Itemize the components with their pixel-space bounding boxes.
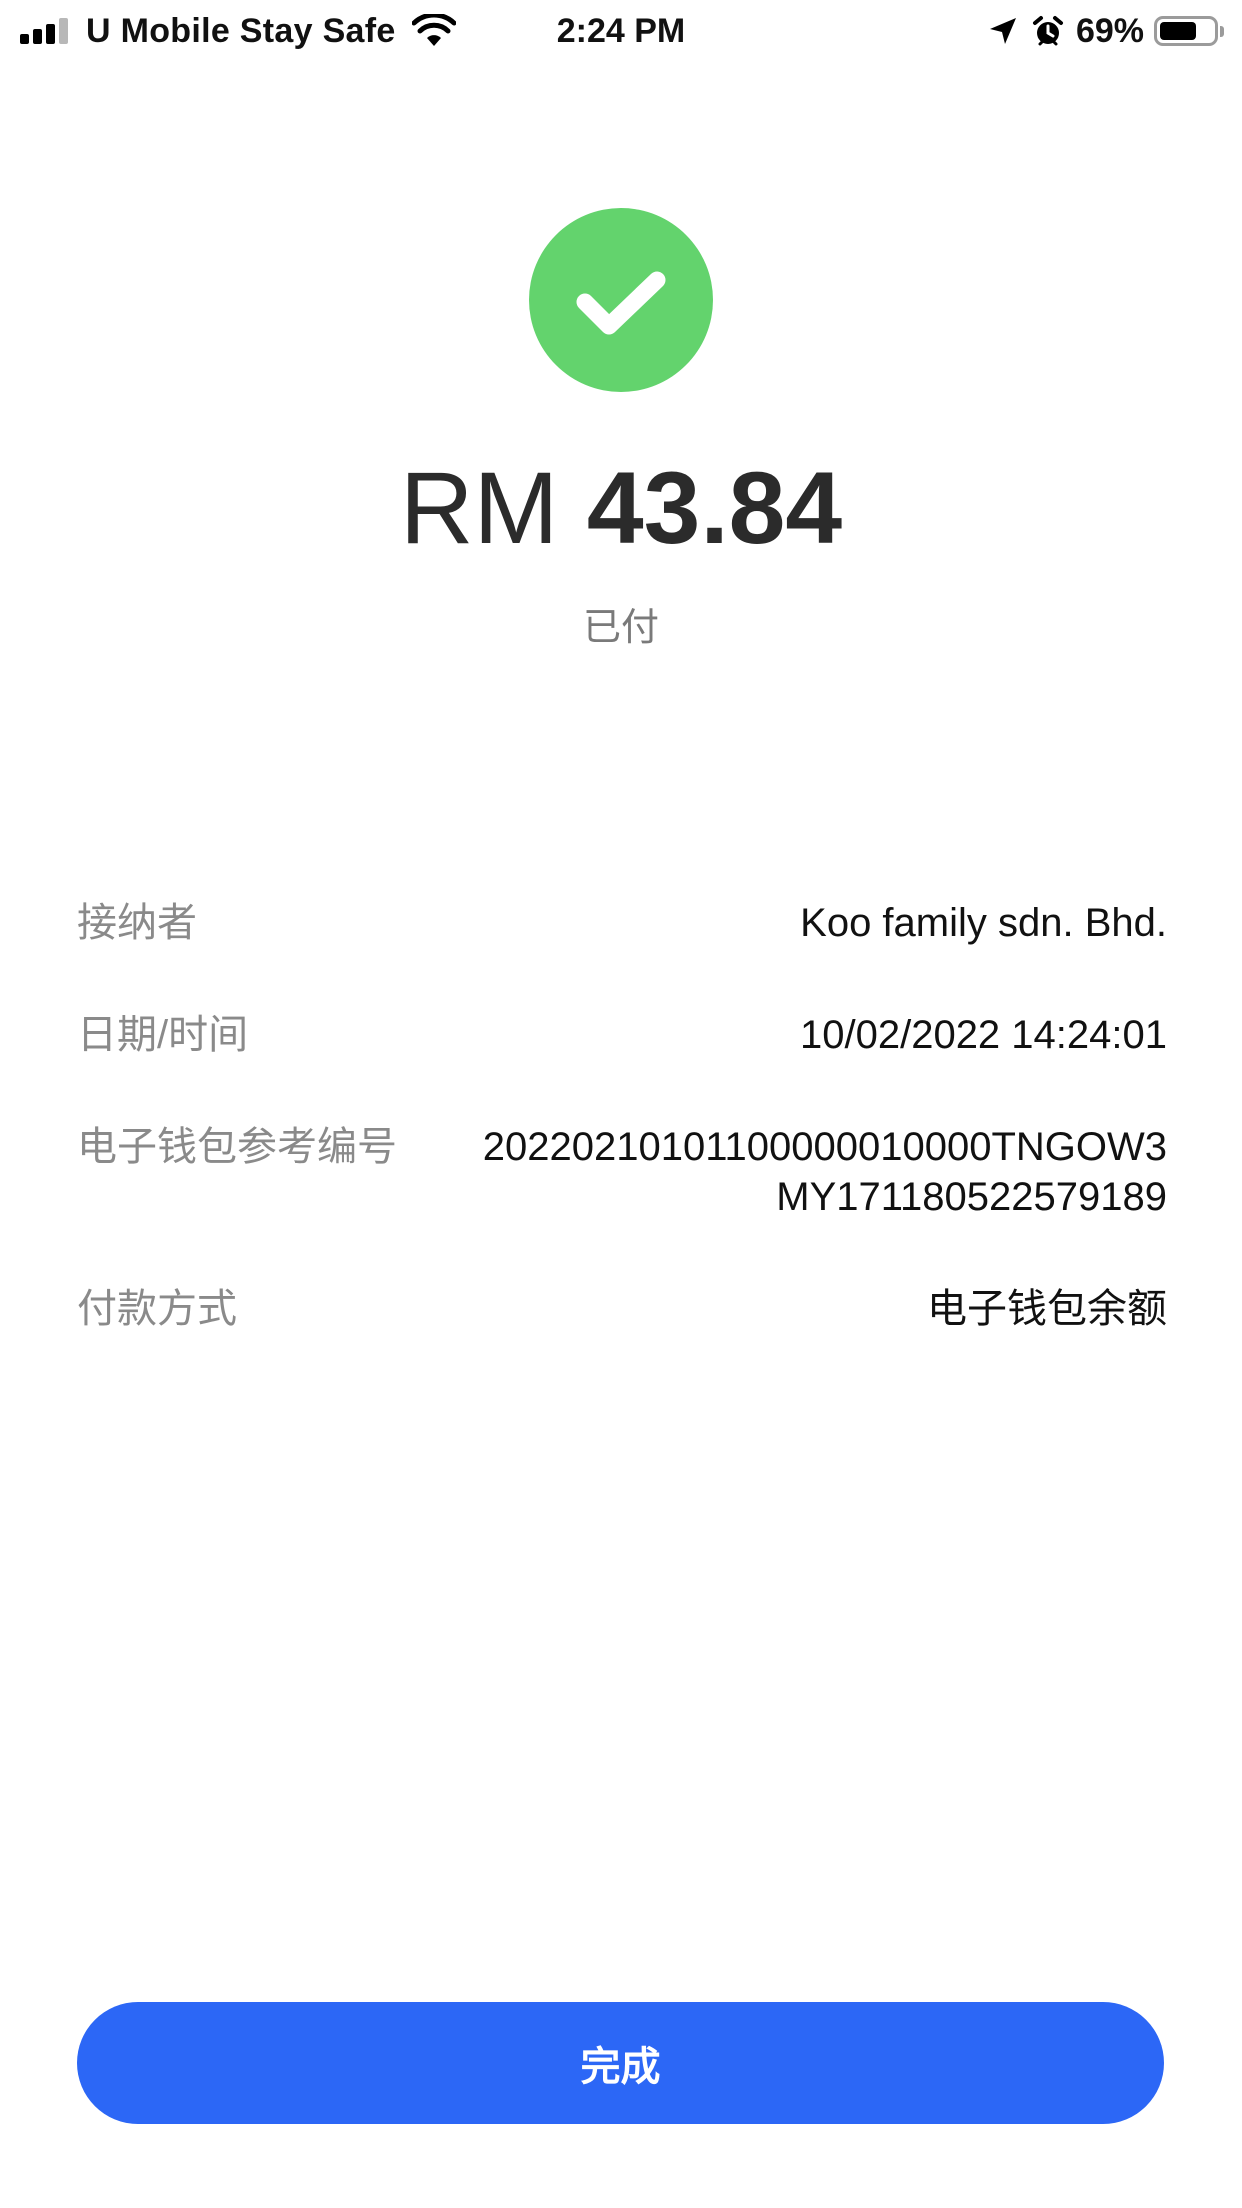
payment-method-value: 电子钱包余额 — [927, 1287, 1167, 1331]
detail-row-payment-method: 付款方式 电子钱包余额 — [77, 1284, 1167, 1334]
battery-icon — [1154, 16, 1218, 46]
detail-row-datetime: 日期/时间 10/02/2022 14:24:01 — [77, 1010, 1167, 1060]
datetime-value: 10/02/2022 14:24:01 — [799, 1013, 1167, 1057]
success-badge — [529, 208, 713, 392]
payment-status: 已付 — [582, 607, 659, 649]
reference-label: 电子钱包参考编号 — [77, 1125, 397, 1169]
recipient-value: Koo family sdn. Bhd. — [800, 901, 1167, 945]
amount-value: 43.84 — [586, 451, 843, 565]
currency-label: RM — [399, 451, 559, 565]
transaction-details: 接纳者 Koo family sdn. Bhd. 日期/时间 10/02/202… — [77, 898, 1167, 1396]
detail-row-recipient: 接纳者 Koo family sdn. Bhd. — [77, 898, 1167, 948]
alarm-icon — [1032, 16, 1063, 46]
status-bar: U Mobile Stay Safe 2:24 PM 69% — [0, 0, 1242, 62]
battery-level-fill — [1160, 22, 1196, 40]
battery-tip — [1220, 25, 1224, 37]
detail-row-reference: 电子钱包参考编号 20220210101100000010000TNGOW3MY… — [77, 1122, 1167, 1222]
status-bar-right: 69% — [988, 8, 1224, 54]
reference-value: 20220210101100000010000TNGOW3MY171180522… — [482, 1125, 1167, 1219]
location-arrow-icon — [989, 18, 1016, 44]
battery-percent: 69% — [1075, 11, 1144, 50]
recipient-label: 接纳者 — [77, 901, 197, 945]
datetime-label: 日期/时间 — [77, 1013, 249, 1057]
done-button[interactable]: 完成 — [77, 2002, 1164, 2124]
checkmark-icon — [576, 271, 666, 335]
payment-amount: RM 43.84 — [0, 448, 1242, 568]
payment-method-label: 付款方式 — [77, 1287, 237, 1331]
